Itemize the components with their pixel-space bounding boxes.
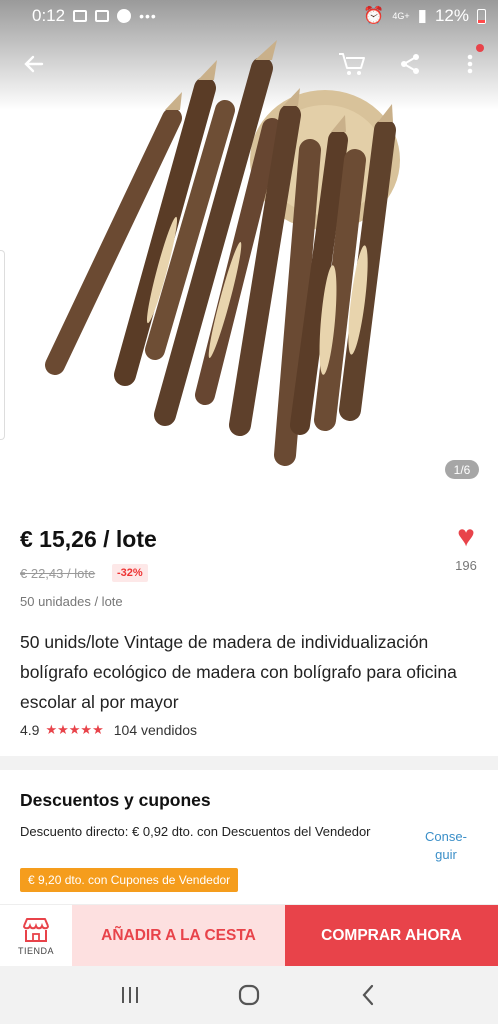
product-title: 50 unids/lote Vintage de madera de indiv… [20, 632, 457, 712]
battery-percent: 12% [434, 6, 469, 25]
image-side-tab [0, 250, 5, 440]
network-label: 4G+ [392, 11, 410, 21]
heart-icon: ♥ [457, 520, 475, 553]
facebook-notification-icon [117, 9, 132, 23]
status-time: 0:12 [32, 6, 66, 25]
add-to-cart-button[interactable]: AÑADIR A LA CESTA [72, 905, 285, 967]
status-bar: 0:12 ••• ⏰ 4G+ ▮ 12% [0, 0, 498, 32]
system-back-icon[interactable] [348, 975, 388, 1015]
gallery-notification-icon [73, 10, 88, 22]
image-counter: 1/6 [445, 460, 479, 479]
signal-icon: ▮ [417, 6, 427, 25]
current-price: € 15,26 / lote [20, 526, 157, 552]
more-icon[interactable] [448, 42, 492, 86]
notification-dot [476, 44, 484, 52]
system-navigation-bar [0, 966, 498, 1024]
home-icon[interactable] [229, 975, 269, 1015]
unit-info: 50 unidades / lote [20, 594, 123, 609]
share-icon[interactable] [388, 42, 432, 86]
battery-icon [477, 8, 486, 24]
store-button[interactable]: TIENDA [0, 905, 72, 967]
recents-icon[interactable] [110, 975, 150, 1015]
store-icon [21, 917, 51, 943]
discount-badge: -32% [112, 564, 148, 582]
coupon-badge[interactable]: € 9,20 dto. con Cupones de Vendedor [20, 868, 239, 892]
action-bar: TIENDA AÑADIR A LA CESTA COMPRAR AHORA [0, 904, 498, 967]
back-arrow-icon[interactable] [12, 42, 56, 86]
top-navigation [0, 42, 498, 86]
discounts-title: Descuentos y cupones [20, 790, 211, 810]
cart-icon[interactable] [330, 42, 374, 86]
buy-now-button[interactable]: COMPRAR AHORA [285, 905, 498, 967]
wishlist-count: 196 [455, 558, 477, 573]
direct-discount-text: Descuento directo: € 0,92 dto. con Descu… [20, 824, 371, 839]
rating-stars: ★★★★★ [45, 722, 104, 737]
alarm-icon: ⏰ [363, 6, 385, 25]
rating-row[interactable]: 4.9 ★★★★★ 104 vendidos [20, 722, 197, 738]
original-price: € 22,43 / lote [20, 566, 96, 581]
more-notifications-icon: ••• [139, 8, 157, 24]
wishlist-button[interactable]: ♥ [448, 522, 484, 552]
rating-value: 4.9 [20, 722, 40, 738]
get-coupon-link[interactable]: Conse-guir [420, 828, 472, 864]
sold-count: 104 vendidos [113, 722, 198, 738]
store-label: TIENDA [17, 945, 54, 956]
section-divider [0, 756, 498, 770]
mail-notification-icon [95, 10, 110, 22]
